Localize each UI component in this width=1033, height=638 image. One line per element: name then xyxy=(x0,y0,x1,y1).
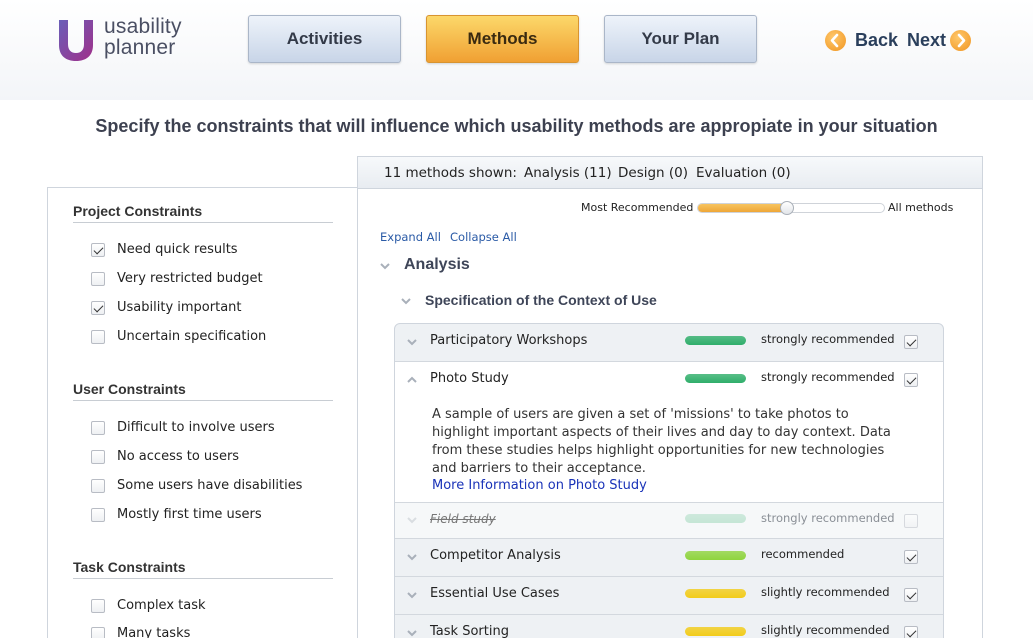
recommendation-label: strongly recommended xyxy=(761,332,895,346)
filter-design[interactable]: Design (0) xyxy=(618,157,688,189)
checkbox[interactable] xyxy=(91,330,105,344)
constraint-label: Very restricted budget xyxy=(117,271,263,286)
recommendation-bar xyxy=(685,627,746,636)
constraint-label: No access to users xyxy=(117,449,240,464)
filter-analysis[interactable]: Analysis (11) xyxy=(524,157,612,189)
method-row[interactable]: Essential Use Cases slightly recommended xyxy=(395,577,943,615)
recommendation-slider[interactable] xyxy=(697,201,885,215)
next-label: Next xyxy=(907,30,947,50)
task-constraints-title: Task Constraints xyxy=(73,559,333,579)
user-constraints-title: User Constraints xyxy=(73,381,333,401)
page-heading: Specify the constraints that will influe… xyxy=(95,116,938,136)
chevron-down-icon[interactable] xyxy=(407,337,417,347)
method-checkbox[interactable] xyxy=(904,550,918,564)
constraint-label: Usability important xyxy=(117,300,242,315)
constraint-label: Need quick results xyxy=(117,242,238,257)
methods-shown-count: 11 methods shown: xyxy=(384,165,517,181)
checkbox[interactable] xyxy=(91,627,105,638)
method-checkbox[interactable] xyxy=(904,373,918,387)
method-checkbox[interactable] xyxy=(904,626,918,638)
logo-text-line1: usability xyxy=(104,15,182,38)
method-row[interactable]: Participatory Workshops strongly recomme… xyxy=(395,324,943,362)
method-checkbox[interactable] xyxy=(904,514,918,528)
chevron-down-icon[interactable] xyxy=(407,628,417,638)
checkbox[interactable] xyxy=(91,301,105,315)
recommendation-label: recommended xyxy=(761,547,845,561)
method-description: A sample of users are given a set of 'mi… xyxy=(432,407,891,476)
constraint-label: Some users have disabilities xyxy=(117,478,303,493)
chevron-down-icon[interactable] xyxy=(380,261,390,271)
filter-evaluation[interactable]: Evaluation (0) xyxy=(696,157,791,189)
recommendation-bar xyxy=(685,374,746,383)
recommendation-label: slightly recommended xyxy=(761,585,890,599)
method-checkbox[interactable] xyxy=(904,335,918,349)
method-row[interactable]: Competitor Analysis recommended xyxy=(395,539,943,577)
chevron-up-icon[interactable] xyxy=(407,375,417,385)
constraint-label: Difficult to involve users xyxy=(117,420,275,435)
tab-activities[interactable]: Activities xyxy=(248,15,401,63)
method-name: Field study xyxy=(430,512,496,526)
constraint-label: Complex task xyxy=(117,598,206,613)
expand-all-link[interactable]: Expand All xyxy=(380,230,441,244)
arrow-right-icon xyxy=(950,30,971,51)
checkbox[interactable] xyxy=(91,421,105,435)
method-name: Photo Study xyxy=(430,371,509,386)
project-constraints-title: Project Constraints xyxy=(73,203,333,223)
back-button[interactable]: Back xyxy=(825,28,899,52)
checkbox[interactable] xyxy=(91,272,105,286)
method-row-expanded[interactable]: Photo Study strongly recommended A sampl… xyxy=(395,362,943,503)
method-checkbox[interactable] xyxy=(904,588,918,602)
slider-thumb[interactable] xyxy=(780,201,794,215)
recommendation-bar xyxy=(685,589,746,598)
method-name: Participatory Workshops xyxy=(430,333,588,348)
recommendation-bar xyxy=(685,336,746,345)
constraint-label: Many tasks xyxy=(117,626,191,638)
recommendation-bar xyxy=(685,514,746,523)
constraint-label: Uncertain specification xyxy=(117,329,267,344)
constraint-label: Mostly first time users xyxy=(117,507,262,522)
logo-u-icon xyxy=(59,20,93,61)
slider-right-label: All methods xyxy=(888,201,954,214)
chevron-down-icon[interactable] xyxy=(401,296,411,306)
methods-list: Participatory Workshops strongly recomme… xyxy=(394,323,944,638)
methods-summary-bar: 11 methods shown: Analysis (11) Design (… xyxy=(358,157,982,189)
chevron-down-icon[interactable] xyxy=(407,590,417,600)
header-bar: usability planner Activities Methods You… xyxy=(0,0,1033,100)
collapse-all-link[interactable]: Collapse All xyxy=(450,230,517,244)
next-button[interactable]: Next xyxy=(907,28,975,52)
back-label: Back xyxy=(855,30,899,50)
logo-text-line2: planner xyxy=(104,36,176,59)
slider-fill xyxy=(698,204,787,212)
tab-methods[interactable]: Methods xyxy=(426,15,579,63)
constraints-panel: Project Constraints Need quick results V… xyxy=(47,187,358,638)
checkbox[interactable] xyxy=(91,243,105,257)
subsection-title[interactable]: Specification of the Context of Use xyxy=(425,292,657,308)
tab-your-plan[interactable]: Your Plan xyxy=(604,15,757,63)
slider-left-label: Most Recommended xyxy=(581,201,694,214)
more-information-link[interactable]: More Information on Photo Study xyxy=(432,478,647,493)
method-row[interactable]: Task Sorting slightly recommended xyxy=(395,615,943,638)
recommendation-label: slightly recommended xyxy=(761,623,890,637)
method-name: Task Sorting xyxy=(430,624,509,638)
usability-planner-logo[interactable]: usability planner xyxy=(57,16,197,64)
checkbox[interactable] xyxy=(91,508,105,522)
recommendation-label: strongly recommended xyxy=(761,370,895,384)
chevron-down-icon[interactable] xyxy=(407,552,417,562)
method-name: Essential Use Cases xyxy=(430,586,560,601)
arrow-left-icon xyxy=(825,30,846,51)
chevron-down-icon[interactable] xyxy=(407,515,417,525)
checkbox[interactable] xyxy=(91,479,105,493)
recommendation-bar xyxy=(685,551,746,560)
checkbox[interactable] xyxy=(91,450,105,464)
methods-panel: 11 methods shown: Analysis (11) Design (… xyxy=(357,156,983,638)
checkbox[interactable] xyxy=(91,599,105,613)
recommendation-label: strongly recommended xyxy=(761,511,895,525)
method-name: Competitor Analysis xyxy=(430,548,561,563)
analysis-section-title[interactable]: Analysis xyxy=(404,256,470,274)
method-row-disabled[interactable]: Field study strongly recommended xyxy=(395,503,943,539)
